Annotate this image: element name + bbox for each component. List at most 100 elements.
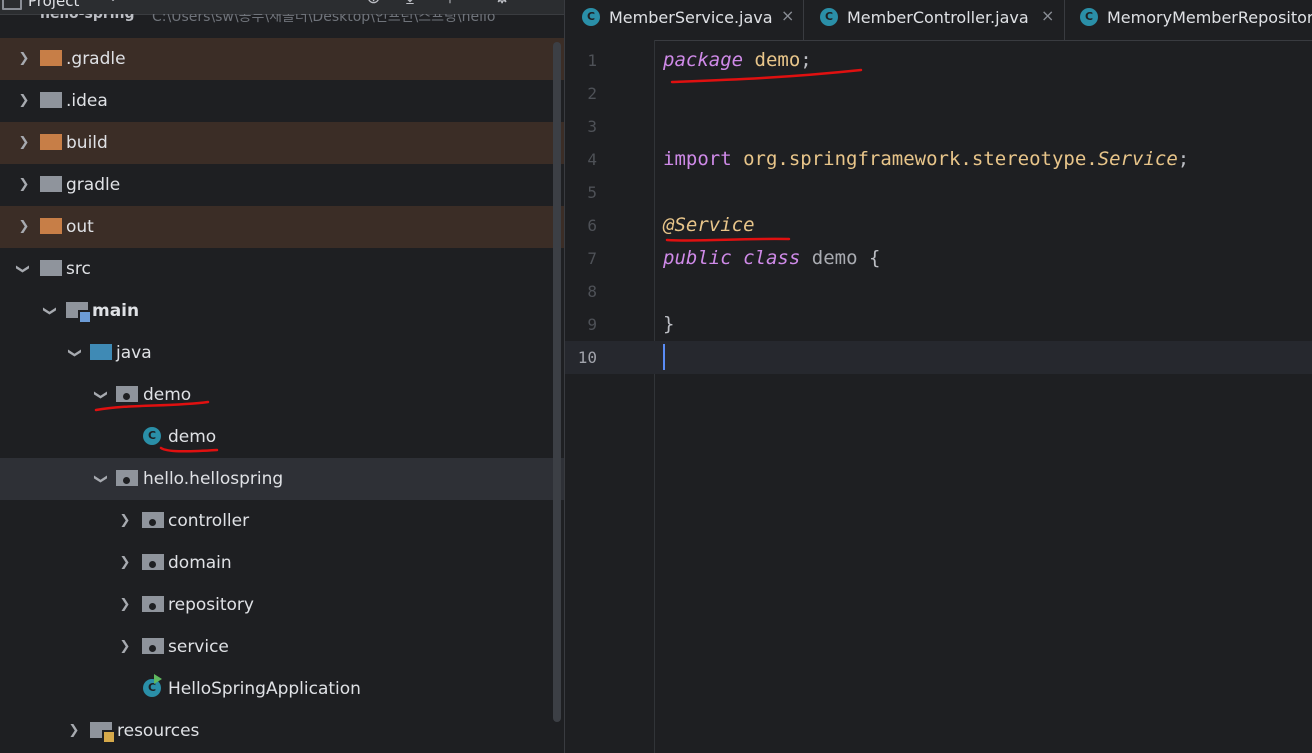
tree-item-label: HelloSpringApplication [168, 679, 361, 699]
project-root-row[interactable]: hello-spring C:\Users\sw\공부\새폴더\Desktop\… [0, 14, 564, 36]
chevron-down-icon[interactable]: ❯ [28, 304, 70, 318]
chevron-right-icon[interactable]: ❯ [67, 710, 81, 752]
tree-item-label: .gradle [66, 49, 126, 69]
tree-item-controller[interactable]: ❯ controller [0, 500, 564, 542]
tab-memory-member-repository[interactable]: C MemoryMemberRepository.java [1065, 0, 1312, 40]
project-name: hello-spring [40, 14, 135, 22]
code-editor: C MemberService.java × C MemberControlle… [564, 0, 1312, 753]
tree-item-label: .idea [66, 91, 108, 111]
tree-item-idea[interactable]: ❯ .idea [0, 80, 564, 122]
tree-item-label: main [92, 301, 140, 321]
project-window-icon [2, 0, 22, 10]
code-line-9[interactable]: } [663, 308, 1312, 341]
tab-label: MemoryMemberRepository.java [1107, 8, 1312, 27]
tree-item-java[interactable]: ❯ java [0, 332, 564, 374]
annotation: @Service [663, 214, 755, 236]
tree-item-label: gradle [66, 175, 121, 195]
chevron-down-icon[interactable]: ❯ [79, 388, 121, 402]
chevron-right-icon[interactable]: ❯ [118, 626, 132, 668]
java-class-icon: C [820, 8, 838, 26]
chevron-down-icon[interactable]: ❯ [53, 346, 95, 360]
tree-item-resources[interactable]: ❯ resources [0, 710, 564, 752]
run-icon [154, 674, 162, 684]
chevron-right-icon[interactable]: ❯ [17, 122, 31, 164]
gear-icon[interactable]: ⚙ [494, 0, 510, 8]
chevron-right-icon[interactable]: ❯ [17, 80, 31, 122]
chevron-down-icon[interactable]: ❯ [79, 472, 121, 486]
chevron-right-icon[interactable]: ❯ [17, 206, 31, 248]
text-caret [663, 344, 665, 370]
line-number: 3 [587, 117, 597, 136]
import-path: org.springframework.stereotype. [743, 148, 1098, 170]
hide-icon[interactable]: — [534, 0, 552, 8]
tree-item-service[interactable]: ❯ service [0, 626, 564, 668]
keyword: package [663, 49, 744, 71]
tree-item-out[interactable]: ❯ out [0, 206, 564, 248]
punctuation: ; [1177, 148, 1190, 170]
tree-item-label: domain [168, 553, 232, 573]
tab-label: MemberController.java [847, 8, 1029, 27]
tree-item-label: demo [143, 385, 192, 405]
tree-item-demo-package[interactable]: ❯ demo [0, 374, 564, 416]
project-tool-window: Project ⌄ ⊕ ⤓ ⤒ ⚙ — hello-spring C:\User… [0, 0, 564, 753]
class-name: demo [811, 247, 858, 269]
tree-item-label: hello.hellospring [143, 469, 284, 489]
close-icon[interactable]: × [1041, 0, 1054, 40]
project-title[interactable]: Project [28, 0, 79, 10]
tree-item-build[interactable]: ❯ build [0, 122, 564, 164]
project-path: C:\Users\sw\공부\새폴더\Desktop\인프런\스프링\hello [152, 14, 496, 25]
class-reference: Service [1097, 148, 1178, 170]
tree-item-label: java [116, 343, 152, 363]
expand-all-icon[interactable]: ⤓ [406, 0, 414, 8]
chevron-right-icon[interactable]: ❯ [118, 584, 132, 626]
tree-item-label: out [66, 217, 94, 237]
tree-item-demo-class[interactable]: C demo [0, 416, 564, 458]
tree-item-label: controller [168, 511, 250, 531]
tree-scrollbar[interactable] [553, 42, 561, 722]
chevron-down-icon[interactable]: ❯ [1, 262, 43, 276]
current-line-highlight [565, 341, 1312, 374]
chevron-right-icon[interactable]: ❯ [118, 500, 132, 542]
keyword: import [663, 148, 732, 170]
close-icon[interactable]: × [781, 0, 794, 40]
punctuation: } [663, 313, 675, 335]
chevron-down-icon[interactable]: ⌄ [108, 0, 118, 4]
tab-member-service[interactable]: C MemberService.java × [565, 0, 804, 40]
java-class-icon: C [143, 427, 161, 445]
tab-label: MemberService.java [609, 8, 773, 27]
code-line-6[interactable]: @Service [663, 209, 1312, 242]
chevron-right-icon[interactable]: ❯ [17, 38, 31, 80]
punctuation: ; [800, 49, 812, 71]
line-number: 4 [587, 150, 597, 169]
tree-item-main[interactable]: ❯ main [0, 290, 564, 332]
line-number: 7 [587, 249, 597, 268]
tree-item-repository[interactable]: ❯ repository [0, 584, 564, 626]
tree-item-gradle[interactable]: ❯ gradle [0, 164, 564, 206]
tree-item-domain[interactable]: ❯ domain [0, 542, 564, 584]
line-number: 2 [587, 84, 597, 103]
gutter-separator [654, 40, 655, 753]
line-number: 6 [587, 216, 597, 235]
line-number: 5 [587, 183, 597, 202]
tree-item-hello-spring-application[interactable]: C HelloSpringApplication [0, 668, 564, 710]
tree-item-label: src [66, 259, 91, 279]
chevron-right-icon[interactable]: ❯ [118, 542, 132, 584]
code-line-7[interactable]: public class demo { [663, 242, 1312, 275]
keyword: public [663, 247, 732, 269]
code-line-4[interactable]: import org.springframework.stereotype.Se… [663, 143, 1312, 176]
tree-item-label: repository [168, 595, 254, 615]
chevron-right-icon[interactable]: ❯ [17, 164, 31, 206]
collapse-all-icon[interactable]: ⤒ [446, 0, 454, 8]
tree-item-gradle-cache[interactable]: ❯ .gradle [0, 38, 564, 80]
punctuation: { [868, 247, 881, 269]
tab-member-controller[interactable]: C MemberController.java × [804, 0, 1065, 40]
tree-item-src[interactable]: ❯ src [0, 248, 564, 290]
spring-app-class-icon: C [143, 674, 162, 697]
locate-icon[interactable]: ⊕ [366, 0, 381, 8]
tree-item-label: demo [168, 427, 217, 447]
tree-item-hello-hellospring[interactable]: ❯ hello.hellospring [0, 458, 564, 500]
project-header: Project ⌄ ⊕ ⤓ ⤒ ⚙ — [0, 0, 564, 15]
code-line-1[interactable]: package demo; [663, 44, 1312, 77]
editor-tab-bar: C MemberService.java × C MemberControlle… [565, 0, 1312, 41]
line-number: 10 [577, 348, 597, 367]
